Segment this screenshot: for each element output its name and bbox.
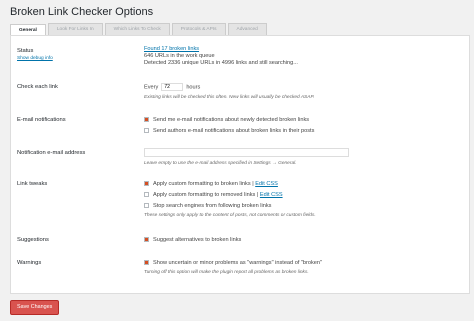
settings-panel: Status Show debug info Found 17 broken l… — [10, 35, 470, 294]
page-title: Broken Link Checker Options — [10, 6, 154, 18]
show-debug-info-link[interactable]: Show debug info — [17, 56, 53, 61]
work-queue-text: 646 URLs in the work queue — [144, 53, 215, 59]
hours-text: hours — [186, 84, 201, 91]
edit-css-removed-link[interactable]: Edit CSS — [260, 192, 283, 198]
notification-address-label: Notification e-mail address — [17, 150, 86, 156]
separator: | — [252, 181, 254, 187]
show-warnings-label: Show uncertain or minor problems as "war… — [153, 260, 323, 266]
nofollow-broken-links-label: Stop search engines from following broke… — [153, 203, 272, 209]
format-removed-links-label: Apply custom formatting to removed links — [153, 192, 256, 198]
notify-new-broken-label: Send me e-mail notifications about newly… — [153, 117, 310, 123]
show-warnings-checkbox[interactable] — [144, 260, 149, 266]
save-changes-button[interactable]: Save Changes — [10, 300, 60, 315]
link-tweaks-label: Link tweaks — [17, 181, 48, 187]
notify-authors-checkbox[interactable] — [144, 128, 149, 134]
broken-links-count-link[interactable]: Found 17 broken links — [144, 46, 199, 52]
notification-address-note: Leave empty to use the e-mail address sp… — [144, 161, 297, 166]
tab-advanced[interactable]: Advanced — [227, 23, 267, 35]
warnings-note: Turning off this option will make the pl… — [144, 270, 309, 275]
check-each-link-label: Check each link — [17, 84, 58, 90]
nofollow-broken-links-checkbox[interactable] — [144, 203, 149, 209]
notify-new-broken-checkbox[interactable] — [144, 117, 149, 123]
format-broken-links-checkbox[interactable] — [144, 181, 149, 187]
edit-css-broken-link[interactable]: Edit CSS — [255, 181, 278, 187]
email-notifications-label: E-mail notifications — [17, 117, 66, 123]
notify-authors-label: Send authors e-mail notifications about … — [153, 128, 315, 134]
suggest-alternatives-checkbox[interactable] — [144, 237, 149, 243]
check-interval-note: Existing links will be checked this ofte… — [144, 95, 315, 100]
warnings-label: Warnings — [17, 260, 42, 266]
tab-protocols-apis[interactable]: Protocols & APIs — [171, 23, 226, 35]
check-interval-input[interactable] — [161, 83, 184, 91]
link-tweaks-note: These settings only apply to the content… — [144, 213, 316, 218]
detected-urls-text: Detected 2336 unique URLs in 4996 links … — [144, 60, 298, 66]
format-broken-links-label: Apply custom formatting to broken links — [153, 181, 251, 187]
notification-email-input[interactable] — [144, 148, 349, 157]
settings-tabs: General Look For Links In Which Links To… — [10, 23, 269, 36]
suggest-alternatives-label: Suggest alternatives to broken links — [153, 237, 242, 243]
tab-which-links-to-check[interactable]: Which Links To Check — [104, 23, 170, 35]
every-text: Every — [144, 84, 159, 91]
separator: | — [256, 192, 259, 198]
status-label: Status — [17, 48, 34, 54]
suggestions-label: Suggestions — [17, 237, 49, 243]
format-removed-links-checkbox[interactable] — [144, 192, 149, 198]
tab-look-for-links-in[interactable]: Look For Links In — [47, 23, 103, 35]
